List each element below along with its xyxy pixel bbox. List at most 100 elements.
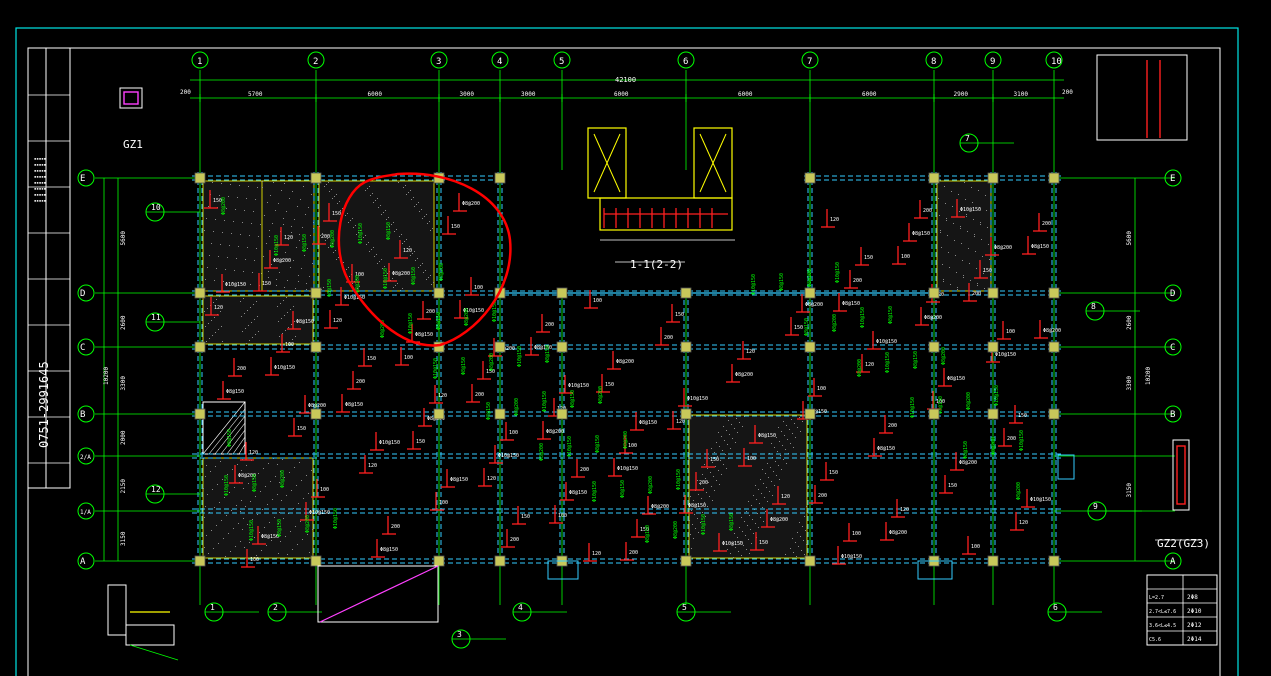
column <box>804 555 816 567</box>
hatch-dot <box>760 479 761 480</box>
hatch-dot <box>286 211 287 212</box>
hatch-dot <box>254 319 255 320</box>
hatch-dot <box>246 465 247 466</box>
hatch-dot <box>258 236 259 237</box>
hatch-dot <box>282 333 283 334</box>
column <box>1048 287 1060 299</box>
dim-span-top: 3000 <box>521 91 536 98</box>
hatch-dot <box>213 302 214 303</box>
hatch-dot <box>242 529 243 530</box>
rebar-spec: Φ8@200 <box>305 515 311 533</box>
hatch-dot <box>986 210 987 211</box>
hatch-dot <box>940 230 941 231</box>
hatch-dot <box>272 499 273 500</box>
hatch-dot <box>785 449 786 450</box>
slab-label: 120 <box>746 349 755 355</box>
hatch-dot <box>263 468 264 469</box>
hatch-dot <box>426 214 427 215</box>
hatch-dot <box>410 190 411 191</box>
hatch-dot <box>235 209 236 210</box>
hatch-dot <box>948 252 949 253</box>
hatched-slab-e9 <box>936 180 992 292</box>
title-strip-text: ▪▪▪▪▪ <box>34 168 46 173</box>
hatch-dot <box>259 532 260 533</box>
hatch-dot <box>289 198 290 199</box>
hatch-dot <box>284 287 285 288</box>
hatch-dot <box>770 467 771 468</box>
hatch-dot <box>207 308 208 309</box>
hatch-dot <box>221 183 222 184</box>
bay-right <box>1057 454 1075 480</box>
hatch-dot <box>951 191 952 192</box>
slab-label: Φ8@200 <box>651 504 669 510</box>
hatch-dot <box>798 546 799 547</box>
hatch-dot <box>275 476 276 477</box>
hatch-dot <box>745 535 746 536</box>
axis-label-top: 3 <box>436 57 441 67</box>
hatch-dot <box>401 234 402 235</box>
hatch-dot <box>204 547 205 548</box>
hatch-dot <box>222 479 223 480</box>
hatch-dot <box>944 186 945 187</box>
dim-span-left: 3300 <box>120 376 127 391</box>
rebar-spec: Φ10@150 <box>567 436 573 457</box>
hatch-dot <box>304 557 305 558</box>
slab-label: Φ8@200 <box>924 315 942 321</box>
hatch-dot <box>214 280 215 281</box>
hatch-dot <box>790 443 791 444</box>
hatch-dot <box>243 518 244 519</box>
hatch-dot <box>961 243 962 244</box>
rebar-spec: Φ8@150 <box>302 234 308 252</box>
hatch-dot <box>377 263 378 264</box>
axis-label-top: 7 <box>807 57 812 67</box>
hatch-dot <box>269 230 270 231</box>
hatch-dot <box>775 461 776 462</box>
slab-label: 120 <box>676 419 685 425</box>
hatch-dot <box>292 191 293 192</box>
hatch-dot <box>295 526 296 527</box>
hatch-dot <box>249 340 250 341</box>
hatch-dot <box>419 211 420 212</box>
hatch-dot <box>719 484 720 485</box>
hatch-dot <box>222 341 223 342</box>
hatch-dot <box>767 463 768 464</box>
column <box>494 408 506 420</box>
hatch-dot <box>290 267 291 268</box>
slab-label: 100 <box>558 513 567 519</box>
porch-diagonal <box>319 565 439 623</box>
gz2-detail: GZ2(GZ3) <box>1155 439 1210 550</box>
slab-label: Φ8@150 <box>639 420 657 426</box>
cad-drawing-canvas[interactable]: ▪▪▪▪▪▪▪▪▪▪▪▪▪▪▪▪▪▪▪▪▪▪▪▪▪▪▪▪▪▪▪▪▪▪▪▪▪▪▪▪… <box>0 0 1271 676</box>
hatch-dot <box>763 521 764 522</box>
hatch-dot <box>748 539 749 540</box>
slab-label: Φ8@150 <box>947 376 965 382</box>
hatch-dot <box>217 484 218 485</box>
hatch-dot <box>270 481 271 482</box>
column <box>987 555 999 567</box>
hatch-dot <box>291 232 292 233</box>
stair-hatch <box>238 443 246 455</box>
slab-label: Φ8@150 <box>569 490 587 496</box>
hatch-dot <box>229 245 230 246</box>
rebar-spec: Φ8@200 <box>832 314 838 332</box>
hatch-dot <box>772 495 773 496</box>
hatch-dot <box>709 496 710 497</box>
rebar-spec: Φ8@200 <box>539 443 545 461</box>
dim-span-right: 5600 <box>1126 231 1133 246</box>
hatch-dot <box>211 243 212 244</box>
column <box>310 408 322 420</box>
slab-label: 200 <box>426 309 435 315</box>
hatch-dot <box>284 183 285 184</box>
hatch-dot <box>241 470 242 471</box>
slab-label: Φ10@150 <box>841 554 862 560</box>
dim-total-left: 10200 <box>103 367 110 385</box>
slab-label: Φ8@150 <box>688 503 706 509</box>
slab-label: Φ8@200 <box>546 429 564 435</box>
hatch-dot <box>746 549 747 550</box>
hatch-dot <box>245 506 246 507</box>
hatch-dot <box>728 420 729 421</box>
hatch-dot <box>744 521 745 522</box>
hatch-dot <box>943 279 944 280</box>
hatch-dot <box>964 182 965 183</box>
hatch-dot <box>237 197 238 198</box>
